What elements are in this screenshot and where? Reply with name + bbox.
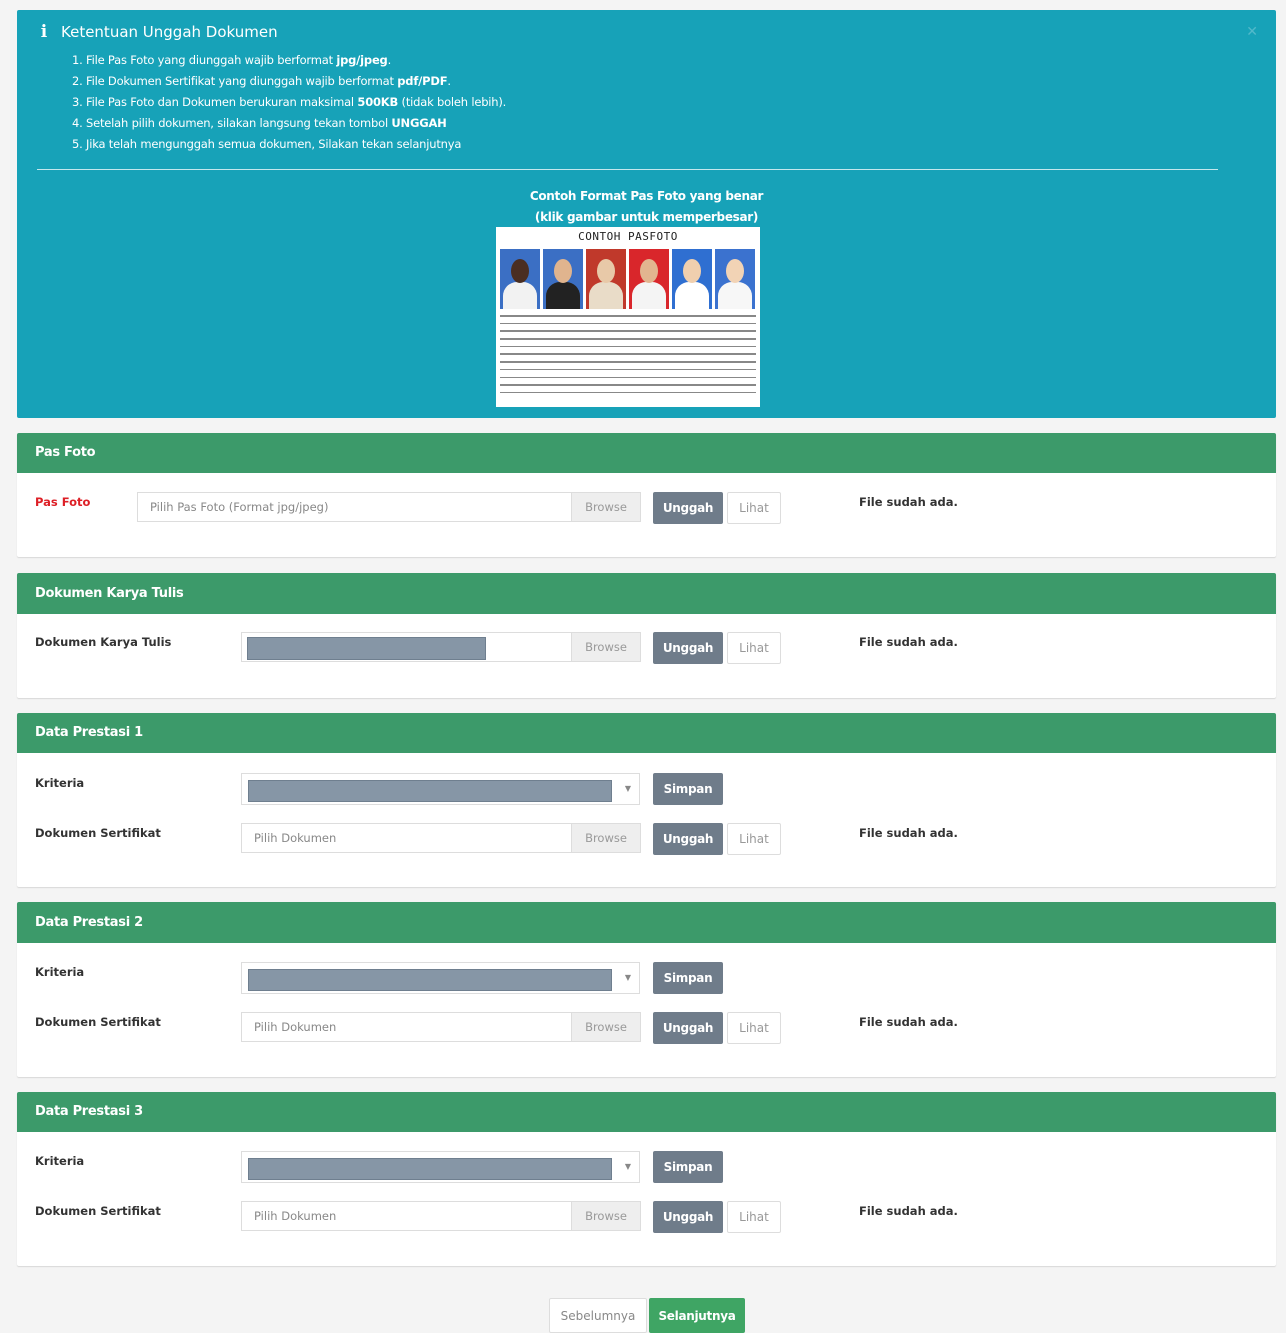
file-status: File sudah ada. [859,826,958,840]
kriteria-row: Kriteria ▼ Simpan [17,773,1276,807]
caret-down-icon: ▼ [624,973,631,982]
caret-down-icon: ▼ [624,784,631,793]
panel-header: Dokumen Karya Tulis [17,573,1276,614]
next-button[interactable]: Selanjutnya [649,1298,745,1333]
sample-portrait [715,249,755,309]
upload-button[interactable]: Unggah [653,1012,723,1044]
browse-button[interactable]: Browse [571,1202,640,1230]
panel-header: Data Prestasi 2 [17,902,1276,943]
pas-foto-label: Pas Foto [35,495,91,509]
sample-photo-title: CONTOH PASFOTO [578,230,678,243]
sample-portrait [586,249,626,309]
panel-header: Data Prestasi 1 [17,713,1276,753]
file-status: File sudah ada. [859,635,958,649]
browse-button[interactable]: Browse [571,633,640,661]
save-button[interactable]: Simpan [653,962,723,994]
kriteria-label: Kriteria [35,965,85,979]
save-button[interactable]: Simpan [653,773,723,805]
kriteria-select[interactable]: ▼ [241,962,640,994]
info-icon: i [40,22,48,42]
sample-portrait [629,249,669,309]
view-button[interactable]: Lihat [727,1012,781,1044]
save-button[interactable]: Simpan [653,1151,723,1183]
upload-button[interactable]: Unggah [653,823,723,855]
view-button[interactable]: Lihat [727,1201,781,1233]
file-status: File sudah ada. [859,1015,958,1029]
panel-prestasi-3: Data Prestasi 3 Kriteria ▼ Simpan Dokume… [17,1092,1276,1266]
karya-tulis-label: Dokumen Karya Tulis [35,635,172,649]
redacted-filename [247,637,486,660]
file-input-placeholder: Pilih Dokumen [254,831,337,845]
file-input-placeholder: Pilih Dokumen [254,1020,337,1034]
panel-prestasi-1: Data Prestasi 1 Kriteria ▼ Simpan Dokume… [17,713,1276,887]
alert-divider [37,169,1218,170]
sertifikat-file-input[interactable]: Pilih Dokumen Browse [241,1012,641,1042]
file-status: File sudah ada. [859,495,958,509]
alert-title: i Ketentuan Unggah Dokumen [37,22,278,42]
sertifikat-file-input[interactable]: Pilih Dokumen Browse [241,823,641,853]
upload-button[interactable]: Unggah [653,632,723,664]
panel-header: Pas Foto [17,433,1276,473]
kriteria-select[interactable]: ▼ [241,1151,640,1183]
sample-photo-rules [500,315,756,400]
panel-prestasi-2: Data Prestasi 2 Kriteria ▼ Simpan Dokume… [17,902,1276,1077]
pas-foto-file-input[interactable]: Pilih Pas Foto (Format jpg/jpeg) Browse [137,492,641,522]
file-status: File sudah ada. [859,1204,958,1218]
redacted-selected-value [248,969,612,991]
rule-item: 3. File Pas Foto dan Dokumen berukuran m… [72,95,507,109]
panel-pas-foto: Pas Foto Pas Foto Pilih Pas Foto (Format… [17,433,1276,557]
caret-down-icon: ▼ [624,1162,631,1171]
kriteria-label: Kriteria [35,1154,85,1168]
example-caption: Contoh Format Pas Foto yang benar (klik … [529,189,764,224]
kriteria-row: Kriteria ▼ Simpan [17,962,1276,996]
rule-item: 5. Jika telah mengunggah semua dokumen, … [72,137,462,151]
rule-item: 2. File Dokumen Sertifikat yang diunggah… [72,74,451,88]
page-content: i Ketentuan Unggah Dokumen ✕ 1. File Pas… [17,10,1276,1333]
view-button[interactable]: Lihat [727,492,781,524]
sample-portrait [543,249,583,309]
file-input-filename [242,633,571,661]
sertifikat-row: Dokumen Sertifikat Pilih Dokumen Browse … [17,823,1276,857]
info-alert: i Ketentuan Unggah Dokumen ✕ 1. File Pas… [17,10,1276,418]
view-button[interactable]: Lihat [727,823,781,855]
kriteria-select[interactable]: ▼ [241,773,640,805]
upload-rules-list: 1. File Pas Foto yang diunggah wajib ber… [72,50,506,155]
panel-karya-tulis: Dokumen Karya Tulis Dokumen Karya Tulis … [17,573,1276,698]
alert-title-text: Ketentuan Unggah Dokumen [61,23,278,41]
sertifikat-label: Dokumen Sertifikat [35,1204,161,1218]
karya-tulis-row: Dokumen Karya Tulis Browse Unggah Lihat … [17,632,1276,666]
file-input-placeholder: Pilih Dokumen [254,1209,337,1223]
browse-button[interactable]: Browse [571,493,640,521]
redacted-selected-value [248,1158,612,1180]
previous-button[interactable]: Sebelumnya [549,1298,647,1333]
pas-foto-row: Pas Foto Pilih Pas Foto (Format jpg/jpeg… [17,492,1276,526]
sertifikat-label: Dokumen Sertifikat [35,826,161,840]
karya-tulis-file-input[interactable]: Browse [241,632,641,662]
sertifikat-label: Dokumen Sertifikat [35,1015,161,1029]
rule-item: 1. File Pas Foto yang diunggah wajib ber… [72,53,392,67]
close-icon[interactable]: ✕ [1246,24,1258,40]
file-input-placeholder: Pilih Pas Foto (Format jpg/jpeg) [150,500,329,514]
sample-photo-image[interactable]: CONTOH PASFOTO [496,227,760,407]
kriteria-row: Kriteria ▼ Simpan [17,1151,1276,1185]
view-button[interactable]: Lihat [727,632,781,664]
upload-button[interactable]: Unggah [653,492,723,524]
sample-portrait [500,249,540,309]
sertifikat-row: Dokumen Sertifikat Pilih Dokumen Browse … [17,1201,1276,1235]
upload-button[interactable]: Unggah [653,1201,723,1233]
redacted-selected-value [248,780,612,802]
kriteria-label: Kriteria [35,776,85,790]
sample-portrait [672,249,712,309]
browse-button[interactable]: Browse [571,1013,640,1041]
browse-button[interactable]: Browse [571,824,640,852]
panel-header: Data Prestasi 3 [17,1092,1276,1132]
sertifikat-row: Dokumen Sertifikat Pilih Dokumen Browse … [17,1012,1276,1046]
sample-photo-row [500,249,755,309]
rule-item: 4. Setelah pilih dokumen, silakan langsu… [72,116,447,130]
sertifikat-file-input[interactable]: Pilih Dokumen Browse [241,1201,641,1231]
